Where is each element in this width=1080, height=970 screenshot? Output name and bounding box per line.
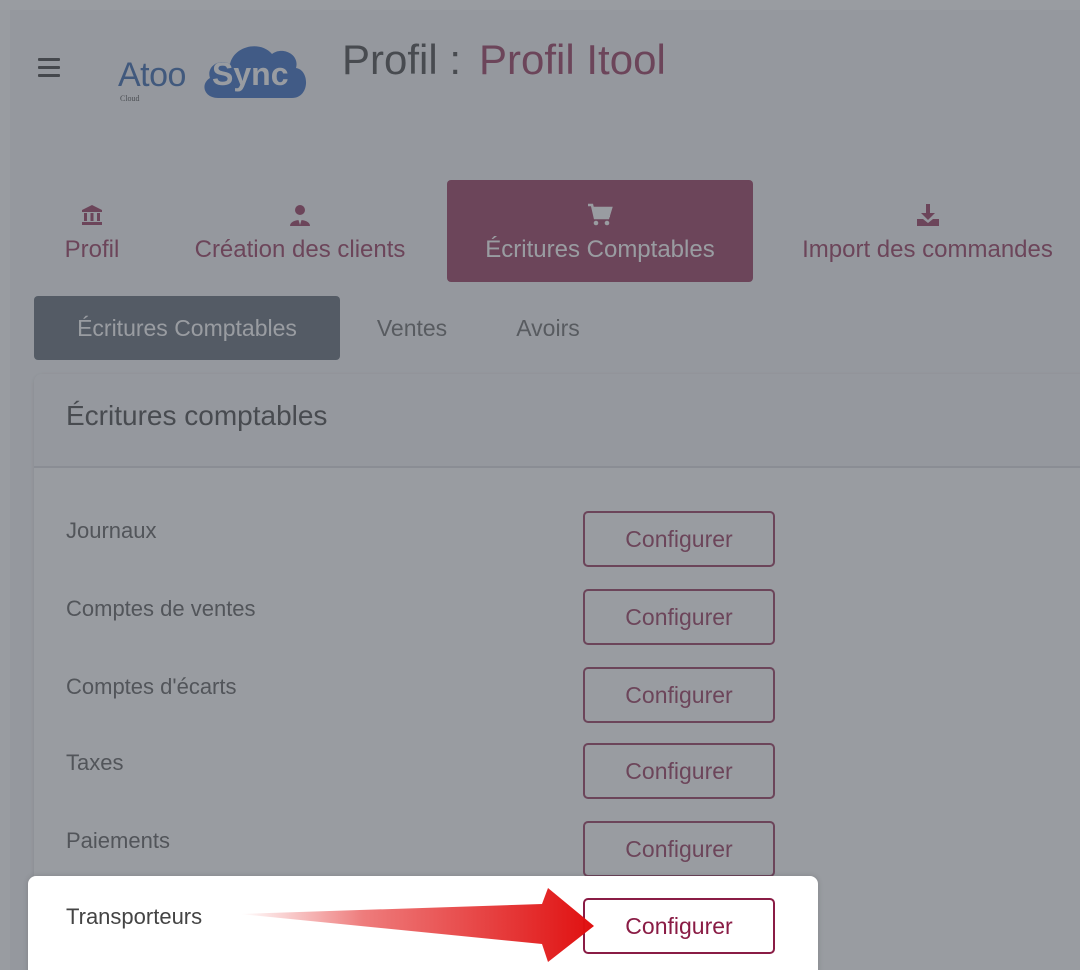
tab-creation-clients-label: Création des clients (194, 236, 406, 263)
configure-journaux-button[interactable]: Configurer (583, 511, 775, 567)
logo-text-sync: Sync (212, 56, 289, 92)
card-header: Écritures comptables (34, 374, 1080, 468)
card-title: Écritures comptables (66, 400, 328, 431)
subtab-avoirs-label: Avoirs (516, 314, 580, 341)
screen: Atoo Sync Cloud Profil :Profil Itool Pr (0, 0, 1080, 970)
hamburger-menu-icon[interactable] (38, 58, 68, 80)
highlighted-row-panel: Transporteurs Configurer (28, 876, 818, 970)
profile-name: Profil Itool (479, 36, 666, 83)
configure-transporteurs-button[interactable]: Configurer (583, 898, 775, 954)
bank-icon (80, 198, 104, 232)
download-icon (916, 198, 940, 232)
subtab-avoirs[interactable]: Avoirs (500, 296, 596, 360)
tab-creation-clients[interactable]: Création des clients (170, 180, 430, 282)
row-label-transporteurs: Transporteurs (66, 904, 203, 929)
user-icon (288, 198, 312, 232)
app-window: Atoo Sync Cloud Profil :Profil Itool Pr (10, 10, 1080, 970)
row-label-comptes-ventes: Comptes de ventes (66, 596, 256, 621)
tab-import-commandes[interactable]: Import des commandes (775, 180, 1080, 282)
tab-import-commandes-label: Import des commandes (802, 236, 1053, 263)
tab-ecritures-comptables-label: Écritures Comptables (485, 236, 715, 263)
logo-text-cloud: Cloud (120, 94, 140, 103)
subtab-ecritures-comptables[interactable]: Écritures Comptables (34, 296, 340, 360)
tab-profil[interactable]: Profil (44, 180, 140, 282)
row-label-comptes-ecarts: Comptes d'écarts (66, 674, 237, 699)
page-title: Profil : Profil Itool (342, 36, 666, 84)
configure-paiements-button[interactable]: Configurer (583, 821, 775, 877)
configure-comptes-ecarts-button[interactable]: Configurer (583, 667, 775, 723)
cart-icon (587, 198, 613, 232)
configure-comptes-ventes-button[interactable]: Configurer (583, 589, 775, 645)
tab-ecritures-comptables[interactable]: Écritures Comptables (447, 180, 753, 282)
row-label-taxes: Taxes (66, 750, 124, 775)
row-label-paiements: Paiements (66, 828, 170, 853)
subtab-ecritures-comptables-label: Écritures Comptables (77, 314, 297, 341)
subtab-ventes-label: Ventes (376, 314, 448, 341)
configure-taxes-button[interactable]: Configurer (583, 743, 775, 799)
page-title-prefix: Profil : (342, 36, 462, 83)
subtab-ventes[interactable]: Ventes (362, 296, 462, 360)
tab-profil-label: Profil (64, 236, 120, 263)
atoosync-logo: Atoo Sync Cloud (118, 28, 318, 108)
logo-text-atoo: Atoo (118, 56, 186, 94)
row-label-journaux: Journaux (66, 518, 157, 543)
